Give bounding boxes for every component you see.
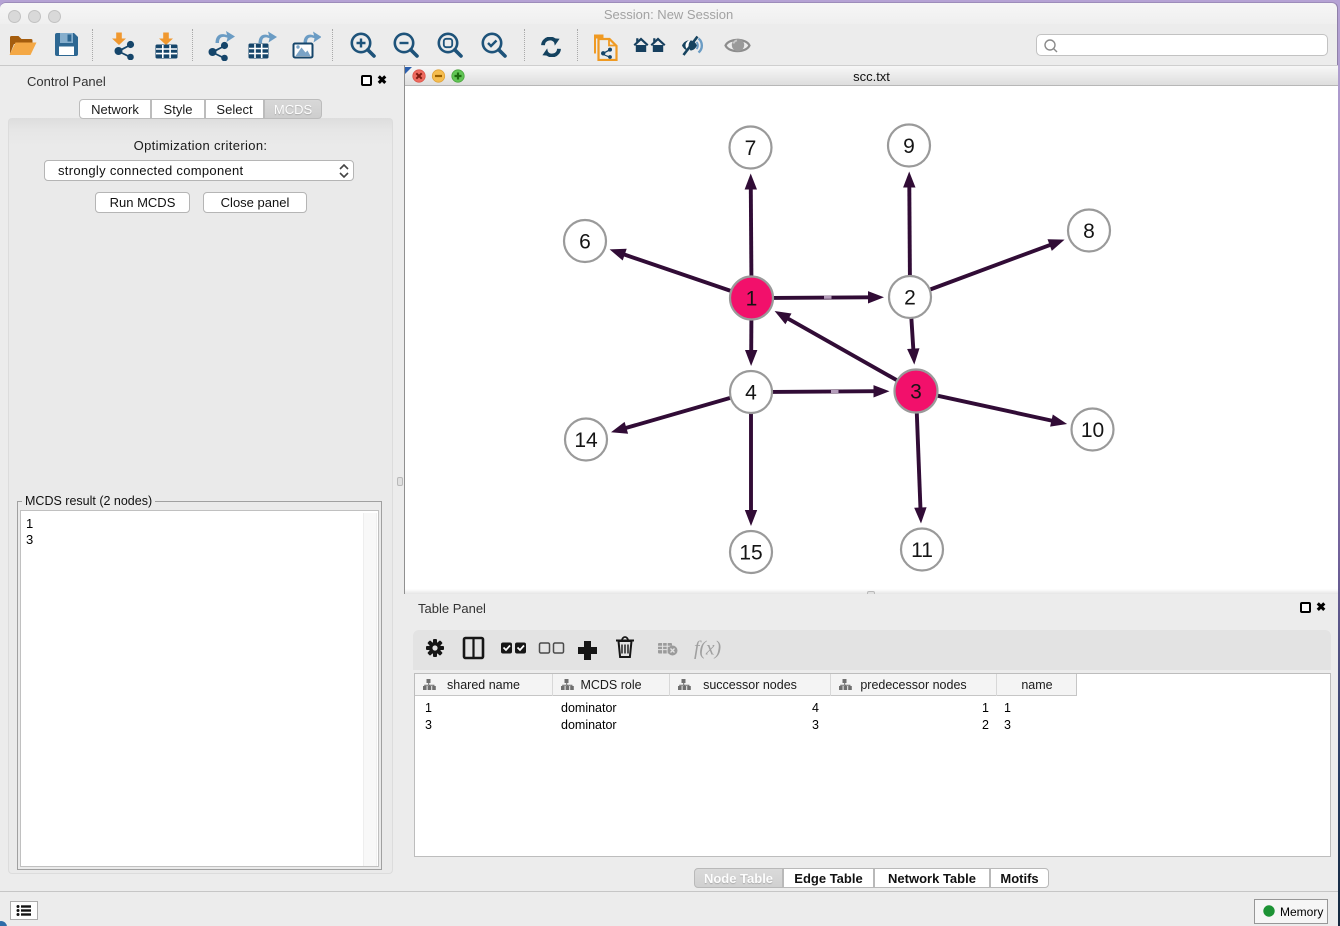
svg-text:2: 2	[904, 287, 916, 310]
svg-text:8: 8	[1083, 220, 1095, 243]
svg-text:14: 14	[574, 429, 598, 452]
svg-text:4: 4	[745, 382, 757, 405]
svg-text:7: 7	[745, 137, 757, 160]
svg-text:15: 15	[739, 542, 762, 565]
svg-text:f(x): f(x)	[694, 639, 721, 660]
svg-text:6: 6	[579, 231, 591, 254]
svg-text:1: 1	[746, 288, 758, 311]
svg-text:3: 3	[910, 381, 922, 404]
svg-text:11: 11	[911, 539, 933, 562]
svg-text:10: 10	[1081, 419, 1104, 442]
svg-text:9: 9	[903, 135, 915, 158]
